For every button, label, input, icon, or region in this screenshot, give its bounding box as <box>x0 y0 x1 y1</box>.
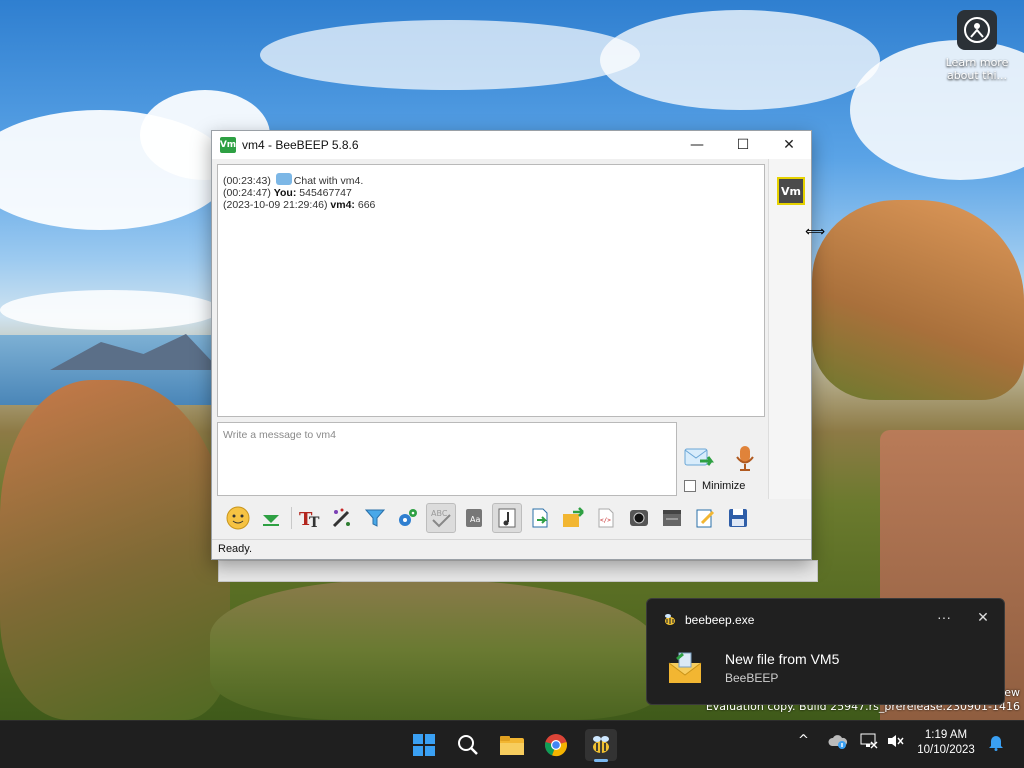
notepad-pencil-icon <box>696 509 715 528</box>
notifications-button[interactable] <box>988 733 1004 755</box>
app-logo-icon: Vm <box>220 137 236 153</box>
message-input[interactable]: Write a message to vm4 <box>217 422 677 496</box>
desktop-learn-more-shortcut[interactable]: Learn more about thi... <box>940 10 1014 82</box>
settings-button[interactable] <box>393 503 423 533</box>
notification-toast[interactable]: beebeep.exe ··· ✕ New file from VM5 BeeB… <box>646 598 1005 705</box>
folder-arrow-icon <box>563 507 584 527</box>
color-button[interactable] <box>327 503 357 533</box>
chat-message: (00:23:43) Chat with vm4. <box>223 173 364 187</box>
taskbar-clock[interactable]: 1:19 AM 10/10/2023 <box>908 728 984 758</box>
user-avatar-vm4[interactable]: Vm <box>777 177 805 205</box>
edit-button[interactable] <box>690 503 720 533</box>
checkbox-box[interactable] <box>684 480 696 492</box>
filter-funnel-icon <box>364 509 386 527</box>
collapse-button[interactable] <box>256 503 286 533</box>
floppy-disk-icon <box>729 509 747 527</box>
save-button[interactable] <box>723 503 753 533</box>
cloud-info-icon <box>828 735 848 749</box>
chrome-button[interactable] <box>540 729 572 761</box>
sound-button[interactable] <box>492 503 522 533</box>
save-chat-button[interactable] <box>525 503 555 533</box>
microphone-icon <box>736 446 754 471</box>
send-message-button[interactable] <box>682 443 718 473</box>
document-arrow-icon <box>532 508 548 528</box>
send-file-button[interactable] <box>558 503 588 533</box>
window-titlebar[interactable]: Vm vm4 - BeeBEEP 5.8.6 — ☐ ✕ <box>212 131 811 159</box>
window-title: vm4 - BeeBEEP 5.8.6 <box>242 138 359 152</box>
window-close-button[interactable]: ✕ <box>766 131 812 159</box>
toast-subtitle: BeeBEEP <box>725 671 779 685</box>
voice-message-button[interactable] <box>730 443 760 473</box>
file-explorer-button[interactable] <box>496 729 528 761</box>
filter-button[interactable] <box>360 503 390 533</box>
emoticons-button[interactable] <box>223 503 253 533</box>
toast-title: New file from VM5 <box>725 651 840 667</box>
dictionary-book-icon: Aa <box>466 509 482 527</box>
clear-button[interactable] <box>657 503 687 533</box>
toast-close-button[interactable]: ✕ <box>973 609 993 629</box>
dictionary-button[interactable]: Aa <box>459 503 489 533</box>
font-icon: TT <box>299 509 320 530</box>
windows-logo-icon <box>413 734 435 756</box>
search-icon <box>458 735 478 755</box>
resize-cursor-icon: ⟺ <box>805 224 826 240</box>
beebeep-app-icon <box>665 614 675 625</box>
window-maximize-button[interactable]: ☐ <box>720 131 766 159</box>
network-disconnected-icon <box>860 733 878 749</box>
clock-date: 10/10/2023 <box>917 744 975 756</box>
minimize-label: Minimize <box>702 480 746 492</box>
font-button[interactable]: TT <box>294 503 324 533</box>
toast-app-name: beebeep.exe <box>685 613 755 627</box>
volume-tray-icon[interactable] <box>886 733 904 753</box>
show-hidden-icons-button[interactable]: ^ <box>798 733 809 748</box>
gears-icon <box>399 509 417 526</box>
chat-history[interactable]: (00:23:43) Chat with vm4. (00:24:47) You… <box>217 164 765 417</box>
screenshot-button[interactable] <box>624 503 654 533</box>
desktop-icon-label: Learn more about thi... <box>945 56 1009 82</box>
chat-bubble-icon <box>275 173 292 185</box>
bell-icon <box>989 736 1003 751</box>
window-minimize-button[interactable]: — <box>674 131 720 159</box>
color-pen-icon <box>332 508 350 528</box>
toast-app-header: beebeep.exe <box>663 613 754 627</box>
spellcheck-icon: ABC <box>431 509 451 528</box>
speaker-muted-icon <box>888 735 904 747</box>
onedrive-tray-icon[interactable] <box>828 733 848 753</box>
camera-icon <box>630 510 648 526</box>
chat-message: (00:24:47) You: 545467747 <box>223 187 352 199</box>
spellcheck-button[interactable]: ABC <box>426 503 456 533</box>
bee-icon <box>593 736 609 753</box>
chat-members-panel: Vm <box>768 159 811 499</box>
html-code-icon: </> <box>598 508 614 528</box>
minimize-checkbox[interactable]: Minimize <box>684 480 745 492</box>
green-arrow-icon <box>263 515 279 526</box>
smiley-icon <box>226 506 250 530</box>
new-file-envelope-icon <box>668 652 702 683</box>
active-app-indicator <box>594 759 608 762</box>
chat-toolbar: TT ABC Aa </> <box>217 501 807 535</box>
toolbar-separator <box>291 507 292 529</box>
network-tray-icon[interactable] <box>860 733 878 753</box>
toast-more-options-button[interactable]: ··· <box>933 609 955 629</box>
svg-text:T: T <box>309 515 320 530</box>
send-envelope-icon <box>684 448 714 466</box>
folder-icon <box>500 736 524 755</box>
status-bar: Ready. <box>212 539 811 559</box>
start-button[interactable] <box>408 729 440 761</box>
music-note-icon <box>498 508 516 528</box>
window-clear-icon <box>663 510 681 526</box>
learn-more-icon <box>957 10 997 50</box>
html-button[interactable]: </> <box>591 503 621 533</box>
window-ghost-frame <box>218 560 818 582</box>
search-button[interactable] <box>452 729 484 761</box>
chrome-icon <box>545 734 567 757</box>
taskbar: ^ <box>0 720 1024 768</box>
clock-time: 1:19 AM <box>924 729 968 741</box>
chat-message: (2023-10-09 21:29:46) vm4: 666 <box>223 199 376 211</box>
svg-text:</>: </> <box>600 517 611 524</box>
svg-text:Aa: Aa <box>470 515 480 524</box>
svg-text:ABC: ABC <box>431 509 448 518</box>
beebeep-chat-window: Vm vm4 - BeeBEEP 5.8.6 — ☐ ✕ (00:23:43) … <box>211 130 812 560</box>
beebeep-taskbar-button[interactable] <box>585 729 617 761</box>
